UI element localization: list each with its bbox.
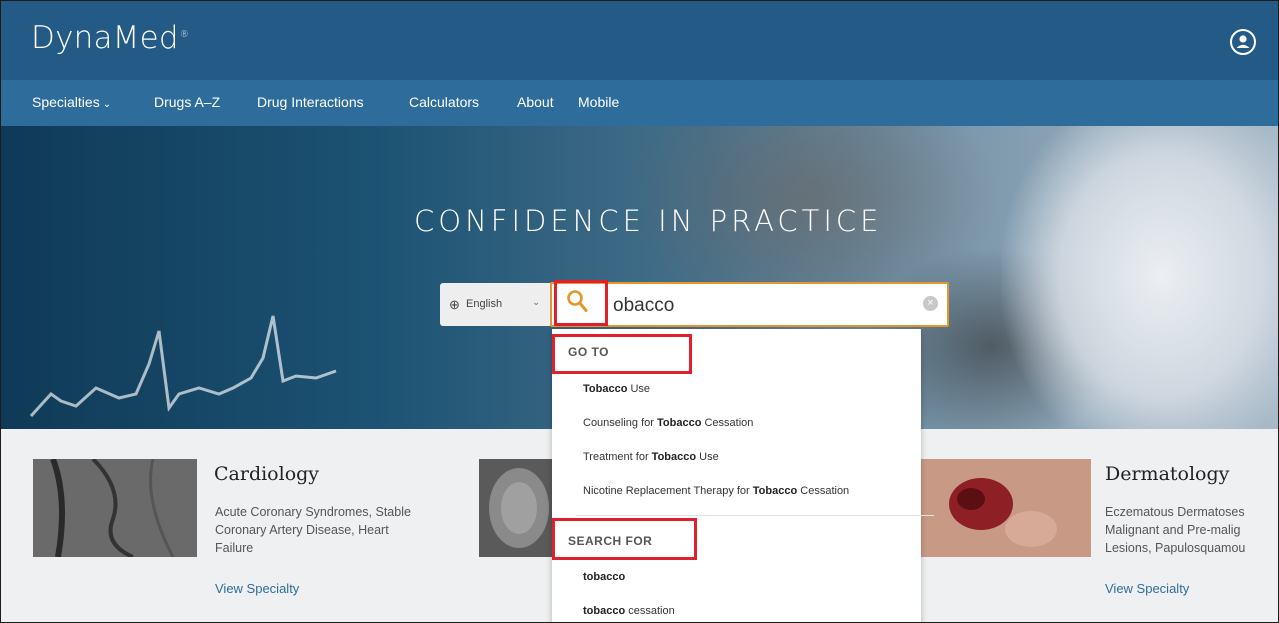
specialty-image[interactable]	[479, 459, 559, 557]
cardiology-image[interactable]	[33, 459, 197, 557]
nav-about[interactable]: About	[517, 94, 554, 110]
nav-mobile[interactable]: Mobile	[578, 94, 619, 110]
cardiology-title[interactable]: Cardiology	[214, 463, 319, 485]
nav-specialties[interactable]: Specialties ⌄	[32, 94, 111, 110]
dermatology-view-specialty-link[interactable]: View Specialty	[1105, 581, 1189, 596]
goto-highlight-box	[552, 334, 692, 374]
goto-item[interactable]: Tobacco Use	[583, 383, 650, 395]
goto-item[interactable]: Nicotine Replacement Therapy for Tobacco…	[583, 485, 849, 497]
language-label: English	[466, 298, 503, 310]
clear-icon[interactable]: ×	[923, 296, 938, 311]
cardiology-view-specialty-link[interactable]: View Specialty	[215, 581, 299, 596]
dermatology-description: Eczematous Dermatoses Malignant and Pre-…	[1105, 505, 1246, 555]
goto-item[interactable]: Counseling for Tobacco Cessation	[583, 417, 753, 429]
dermatology-image[interactable]	[921, 459, 1091, 557]
search-icon-highlight-box	[554, 280, 608, 326]
search-field[interactable]	[550, 282, 949, 327]
goto-item[interactable]: Treatment for Tobacco Use	[583, 451, 719, 463]
searchfor-item[interactable]: tobacco	[583, 571, 625, 583]
main-nav: Specialties ⌄ Drugs A–Z Drug Interactions…	[1, 80, 1278, 126]
account-icon[interactable]	[1230, 29, 1256, 55]
nav-drugs-a-z[interactable]: Drugs A–Z	[154, 94, 220, 110]
searchfor-item[interactable]: tobacco cessation	[583, 605, 675, 617]
dermatology-title[interactable]: Dermatology	[1105, 463, 1229, 485]
top-header: DynaMed®	[1, 1, 1278, 80]
nav-calculators[interactable]: Calculators	[409, 94, 479, 110]
hero-tagline: CONFIDENCE IN PRACTICE	[414, 204, 883, 238]
app-window: DynaMed® Specialties ⌄ Drugs A–Z Drug Int…	[0, 0, 1279, 623]
dynamed-logo[interactable]: DynaMed®	[31, 20, 189, 56]
searchfor-highlight-box	[552, 518, 697, 560]
search-input[interactable]: obacco	[613, 295, 674, 317]
hero-decoration	[1001, 126, 1278, 429]
nav-drug-interactions[interactable]: Drug Interactions	[257, 94, 364, 110]
cardiology-description: Acute Coronary Syndromes, Stable Coronar…	[215, 505, 411, 555]
chevron-down-icon: ⌄	[102, 99, 112, 110]
language-selector[interactable]: ⊕ English ⌄	[440, 283, 550, 326]
dropdown-divider	[576, 515, 934, 516]
globe-icon: ⊕	[449, 297, 460, 312]
chevron-down-icon: ⌄	[532, 297, 541, 308]
